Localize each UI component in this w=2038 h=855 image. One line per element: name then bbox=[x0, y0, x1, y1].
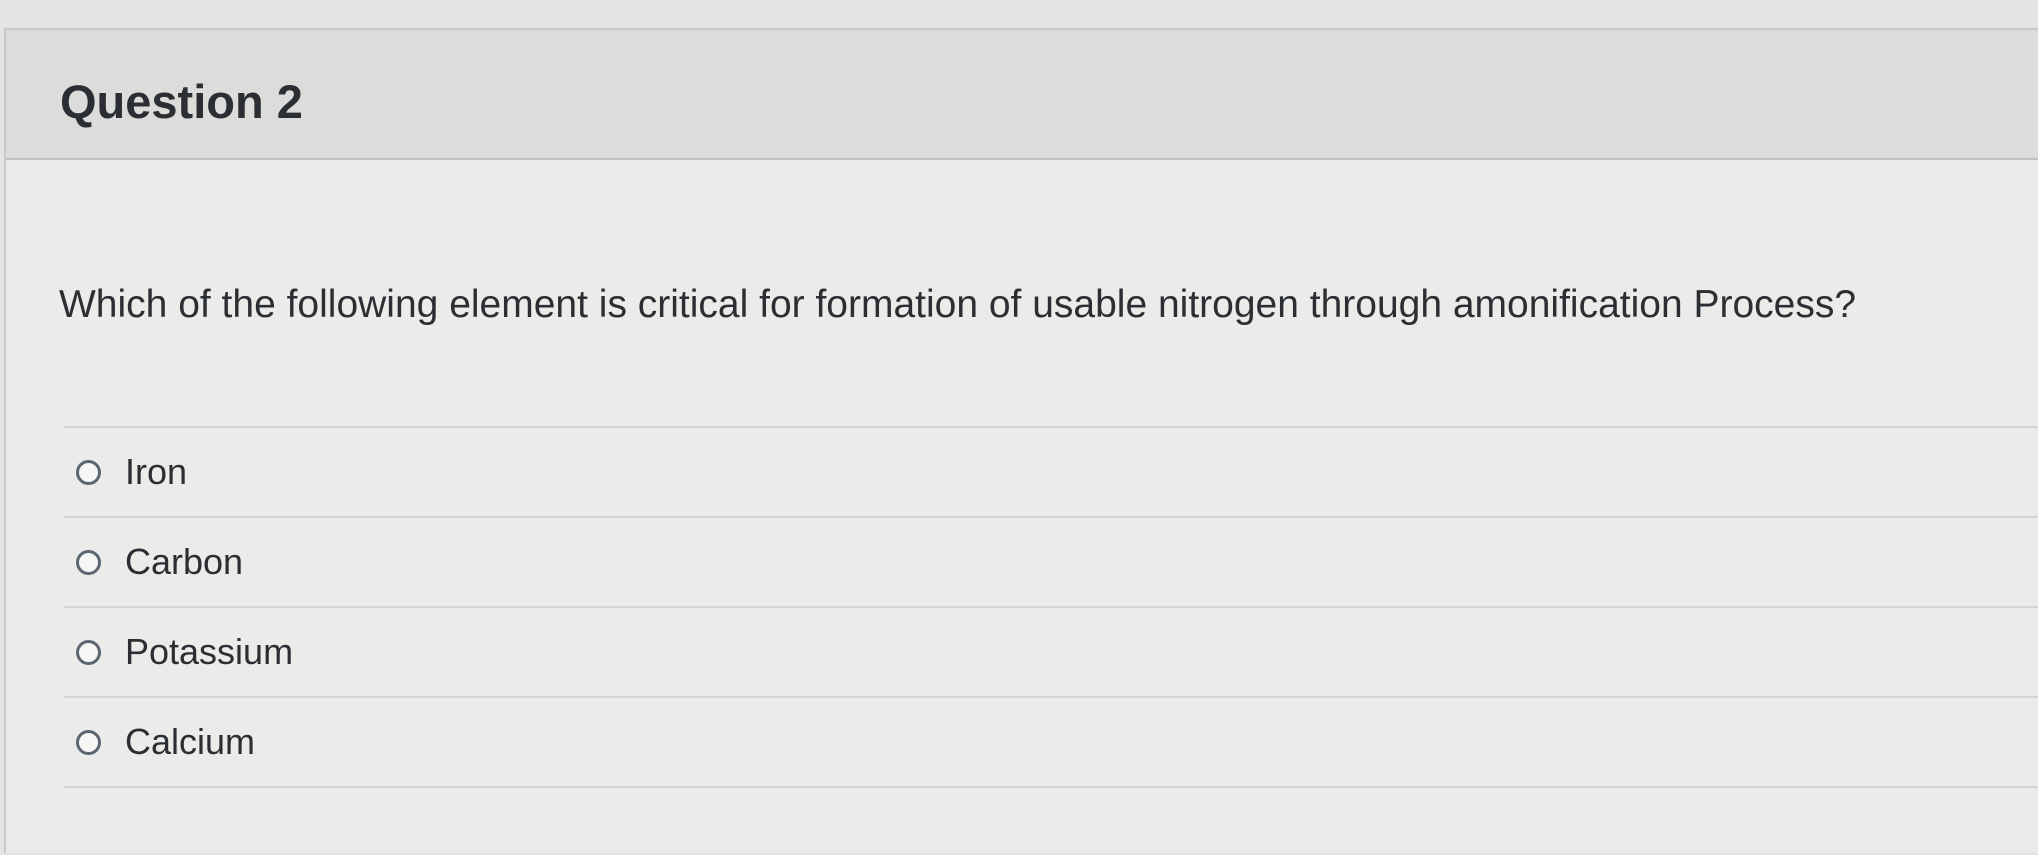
question-title: Question 2 bbox=[60, 75, 303, 128]
question-text: Which of the following element is critic… bbox=[59, 283, 1857, 326]
question-header: Question 2 bbox=[6, 30, 2038, 160]
answer-list: Iron Carbon Potassium Calcium bbox=[64, 428, 2038, 788]
question-body: Which of the following element is critic… bbox=[6, 160, 2038, 855]
answer-option-iron[interactable]: Iron bbox=[64, 428, 2038, 518]
radio-button[interactable] bbox=[76, 729, 101, 755]
answer-option-calcium[interactable]: Calcium bbox=[64, 698, 2038, 788]
question-card: Question 2 Which of the following elemen… bbox=[4, 28, 2038, 853]
radio-button[interactable] bbox=[76, 549, 101, 575]
answer-label[interactable]: Iron bbox=[125, 451, 187, 493]
answer-label[interactable]: Calcium bbox=[125, 721, 255, 763]
radio-button[interactable] bbox=[76, 459, 101, 485]
answer-option-potassium[interactable]: Potassium bbox=[64, 608, 2038, 698]
answer-option-carbon[interactable]: Carbon bbox=[64, 518, 2038, 608]
radio-button[interactable] bbox=[76, 639, 101, 665]
answer-label[interactable]: Carbon bbox=[125, 541, 243, 583]
answer-label[interactable]: Potassium bbox=[125, 631, 293, 673]
